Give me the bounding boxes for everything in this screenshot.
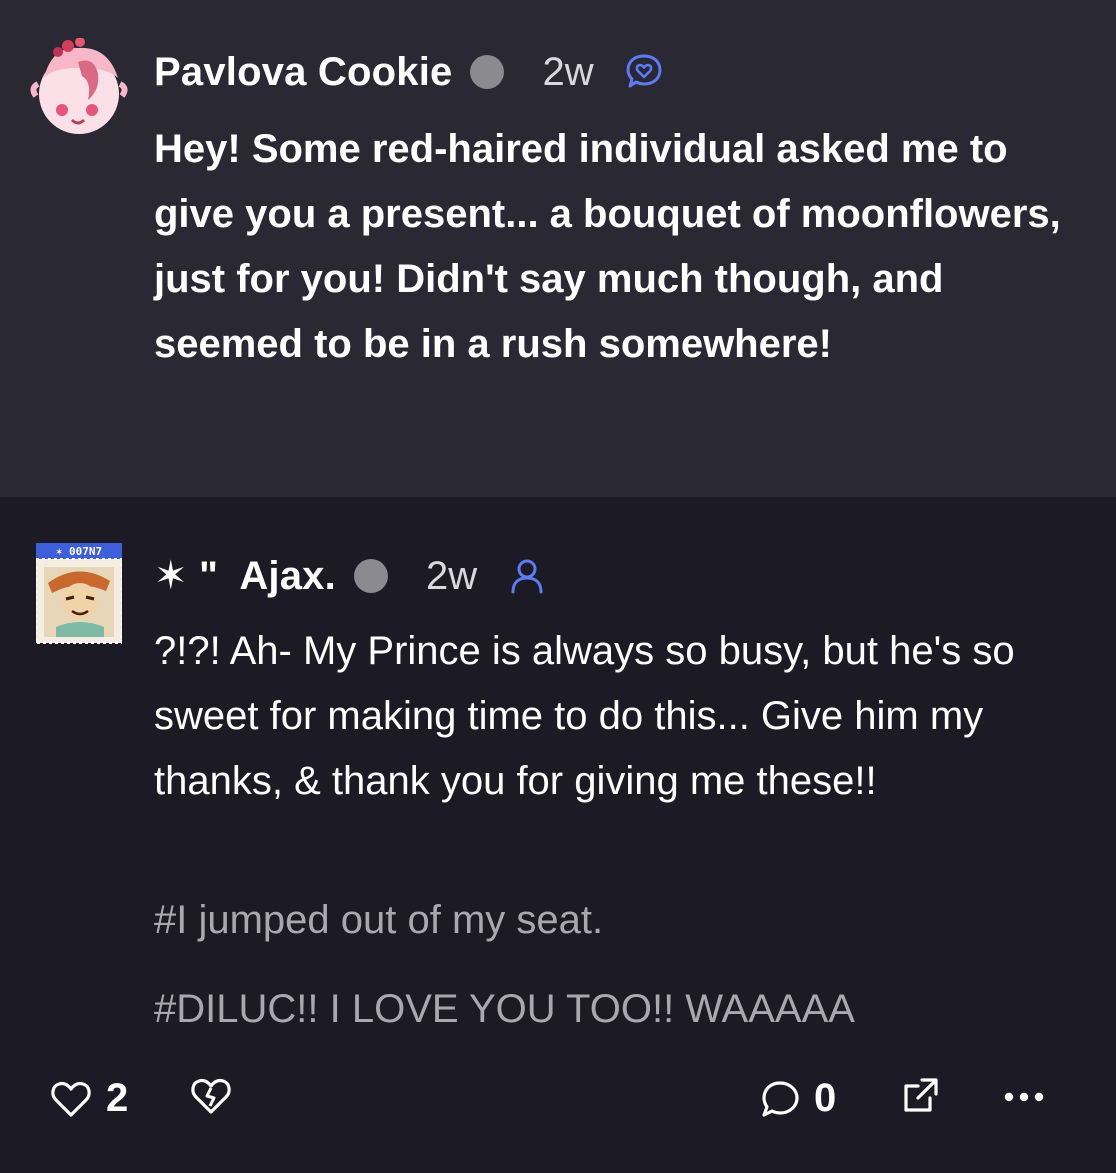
comment-icon xyxy=(762,1080,799,1117)
ask-bubble-icon xyxy=(624,52,664,92)
reply-timestamp: 2w xyxy=(425,553,478,598)
likes-count: 2 xyxy=(106,1076,129,1120)
post-footer: 2 0 xyxy=(0,1070,1116,1126)
reply-header: ✶ " Ajax. 2w xyxy=(154,546,547,606)
comments-count: 0 xyxy=(814,1076,837,1120)
comment-button[interactable]: 0 xyxy=(760,1076,836,1121)
tag-1[interactable]: #I jumped out of my seat. xyxy=(154,898,603,943)
more-options-button[interactable] xyxy=(1004,1092,1044,1102)
status-dot xyxy=(353,559,388,593)
share-icon xyxy=(904,1078,938,1112)
broken-heart-icon xyxy=(191,1078,231,1114)
more-dots-icon xyxy=(1004,1092,1044,1102)
stamp-label: ✶ 007N7 xyxy=(56,545,102,558)
broken-heart-button[interactable] xyxy=(190,1076,232,1116)
ask-avatar[interactable] xyxy=(28,37,130,140)
ask-timestamp: 2w xyxy=(542,49,594,94)
ask-author-name[interactable]: Pavlova Cookie xyxy=(154,50,452,95)
share-button[interactable] xyxy=(900,1076,940,1116)
like-button[interactable]: 2 xyxy=(50,1076,128,1121)
reply-body-text: ?!?! Ah- My Prince is always so busy, bu… xyxy=(154,629,1015,803)
reply-author-name[interactable]: ✶ " Ajax. xyxy=(154,553,336,599)
status-dot xyxy=(470,55,505,89)
ask-header: Pavlova Cookie 2w xyxy=(154,42,664,102)
heart-icon xyxy=(51,1081,91,1117)
tag-2[interactable]: #DILUC!! I LOVE YOU TOO!! WAAAAA xyxy=(154,987,855,1032)
reply-avatar-stamp[interactable]: ✶ 007N7 xyxy=(35,543,123,645)
user-icon xyxy=(507,556,547,596)
ask-post: Pavlova Cookie 2w Hey! Some red-haired i… xyxy=(0,0,1116,497)
ask-body-text: Hey! Some red-haired individual asked me… xyxy=(154,127,1061,366)
